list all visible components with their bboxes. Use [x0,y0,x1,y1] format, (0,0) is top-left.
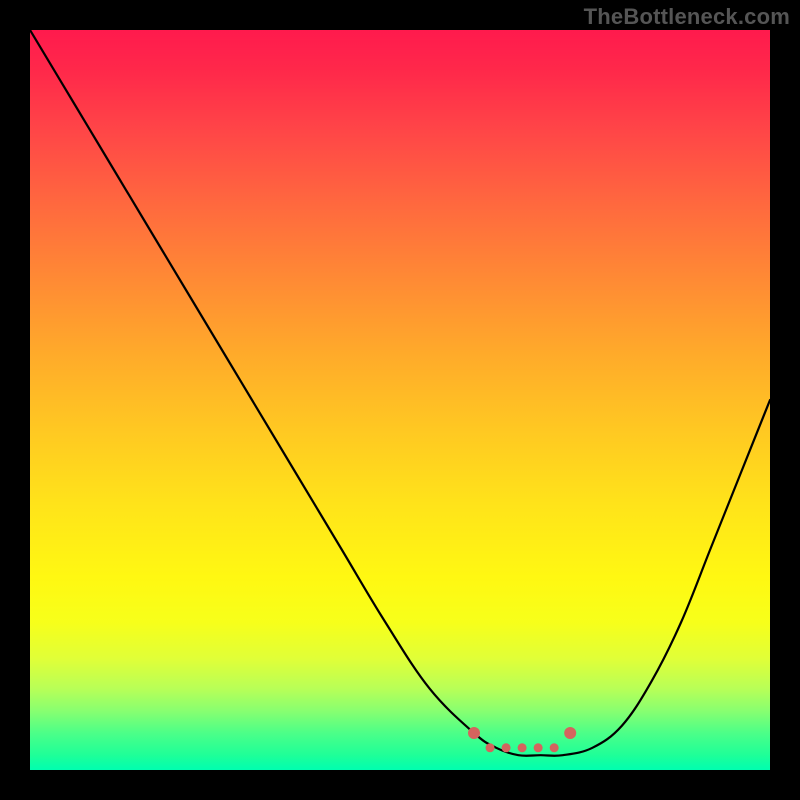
watermark-text: TheBottleneck.com [584,4,790,30]
gradient-background [30,30,770,770]
chart-frame: TheBottleneck.com [0,0,800,800]
plot-area [30,30,770,770]
